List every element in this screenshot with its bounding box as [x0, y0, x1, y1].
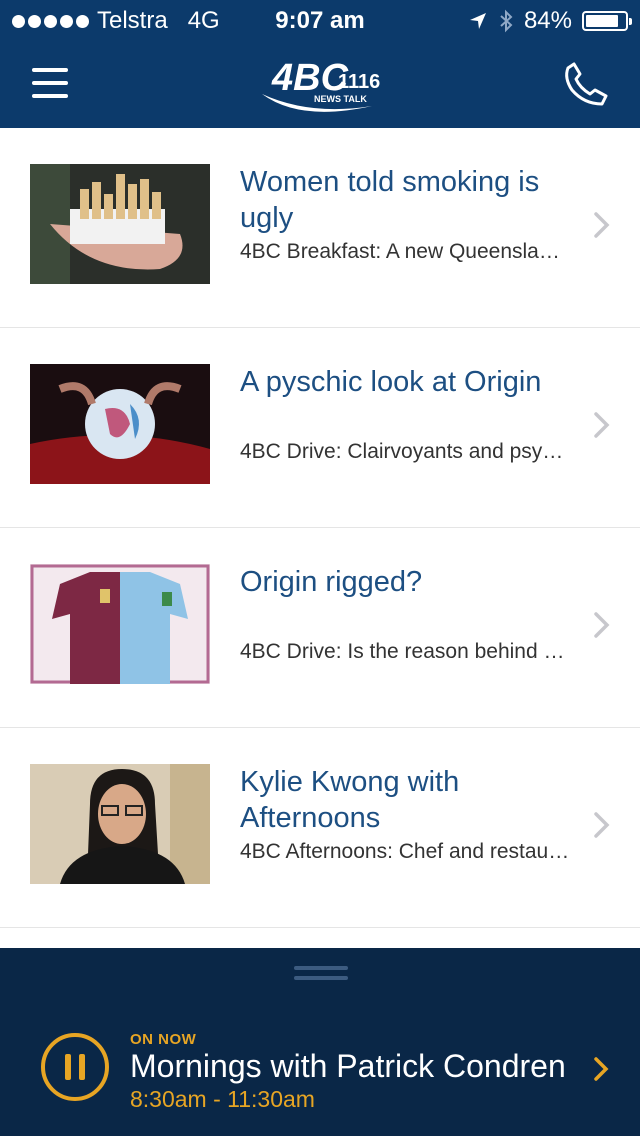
battery-icon [582, 11, 632, 31]
story-title: Kylie Kwong with Afternoons [240, 766, 460, 834]
chevron-right-icon [594, 212, 610, 238]
story-thumbnail [30, 564, 210, 684]
story-thumbnail [30, 364, 210, 484]
story-title: Women told smoking is ugly [240, 166, 540, 234]
story-subtitle: 4BC Drive: Clairvoyants and psychics [240, 440, 570, 463]
story-item[interactable]: Women told smoking is ugly 4BC Breakfast… [0, 128, 640, 328]
story-item[interactable]: Origin rigged? 4BC Drive: Is the reason … [0, 528, 640, 728]
chevron-right-icon [594, 812, 610, 838]
logo-brand: 4BC [271, 57, 349, 99]
location-arrow-icon [469, 13, 486, 29]
phone-icon [565, 62, 608, 106]
status-bar: Telstra 4G 9:07 am 84% [0, 0, 640, 40]
bluetooth-icon [500, 9, 513, 33]
drag-handle-icon[interactable] [294, 966, 348, 986]
story-title: A pyschic look at Origin [240, 366, 542, 398]
story-subtitle: 4BC Afternoons: Chef and restaurateur [240, 840, 570, 863]
menu-button[interactable] [32, 68, 68, 98]
chevron-right-icon [594, 412, 610, 438]
battery-percent: 84% [523, 7, 572, 34]
on-now-label: ON NOW [130, 1031, 197, 1048]
pause-button[interactable] [40, 1032, 110, 1102]
status-right: 84% [468, 7, 632, 35]
logo-frequency: 1116 [338, 71, 380, 93]
story-title: Origin rigged? [240, 566, 423, 598]
chevron-right-icon [594, 612, 610, 638]
story-list: Women told smoking is ugly 4BC Breakfast… [0, 128, 640, 928]
logo-tagline: NEWS TALK [314, 94, 367, 104]
app-header: 4BC 1116 NEWS TALK [0, 40, 640, 128]
station-logo: 4BC 1116 NEWS TALK [262, 57, 380, 112]
story-item[interactable]: A pyschic look at Origin 4BC Drive: Clai… [0, 328, 640, 528]
call-button[interactable] [562, 60, 610, 108]
story-thumbnail [30, 764, 210, 884]
story-subtitle: 4BC Drive: Is the reason behind the resu… [240, 640, 570, 663]
story-thumbnail [30, 164, 210, 284]
pause-icon [41, 1033, 109, 1101]
show-time: 8:30am - 11:30am [130, 1086, 315, 1112]
menu-icon [32, 68, 68, 72]
chevron-right-icon[interactable] [592, 1056, 610, 1082]
story-item[interactable]: Kylie Kwong with Afternoons 4BC Afternoo… [0, 728, 640, 928]
show-title: Mornings with Patrick Condren [130, 1048, 566, 1084]
story-subtitle: 4BC Breakfast: A new Queensland campaign [240, 240, 570, 263]
now-playing-bar[interactable]: ON NOW Mornings with Patrick Condren 8:3… [0, 948, 640, 1136]
